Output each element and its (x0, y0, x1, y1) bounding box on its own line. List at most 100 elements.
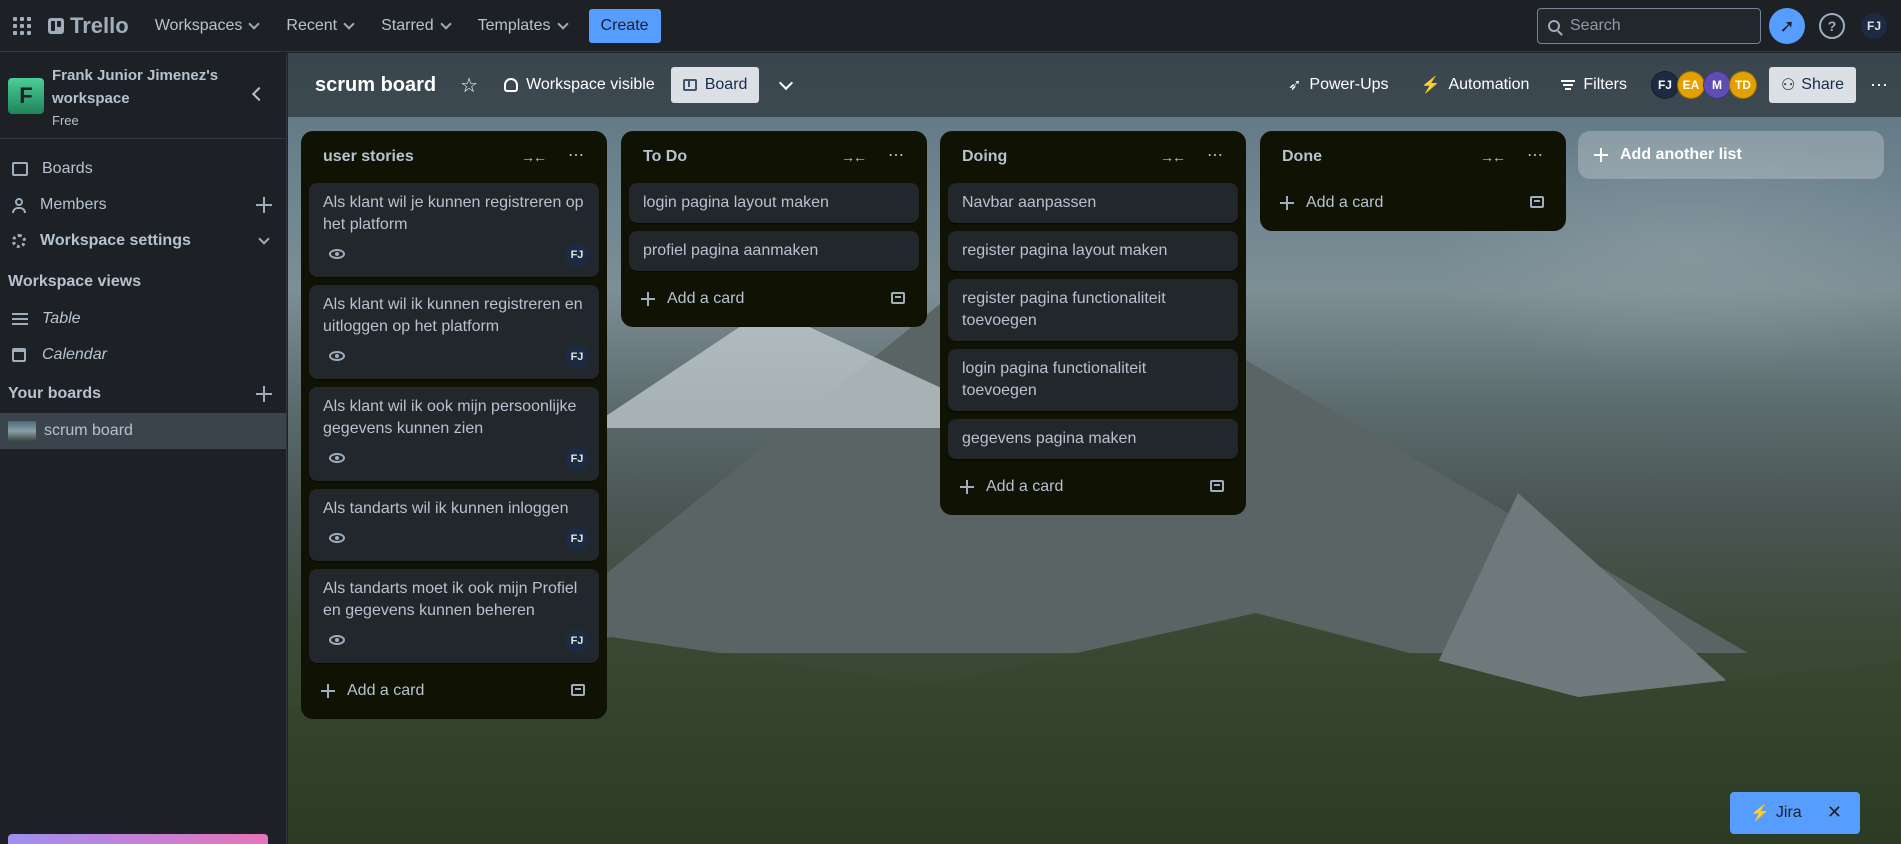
card[interactable]: register pagina functionaliteit toevoege… (948, 279, 1238, 341)
eye-icon[interactable] (329, 533, 345, 543)
board-title[interactable]: scrum board (315, 74, 436, 97)
collapse-list-icon[interactable]: →← (521, 149, 547, 165)
sidebar-item-label: Table (42, 310, 81, 327)
upgrade-banner[interactable] (8, 834, 268, 844)
sidebar-item-boards[interactable]: Boards (0, 151, 286, 187)
visibility-button[interactable]: Workspace visible (492, 69, 667, 101)
list-title[interactable]: Doing (962, 148, 1007, 166)
eye-icon[interactable] (329, 351, 345, 361)
trello-logo[interactable]: Trello (48, 13, 129, 39)
member-avatar[interactable]: TD (1728, 71, 1757, 99)
board-menu-icon[interactable]: ⋯ (1870, 75, 1889, 96)
member-avatar[interactable]: M (1702, 71, 1731, 99)
board-thumbnail (8, 421, 36, 441)
add-card-button[interactable]: Add a card (309, 671, 599, 711)
sidebar-board-label: scrum board (44, 422, 133, 439)
user-avatar[interactable]: FJ (1861, 13, 1887, 39)
card[interactable]: register pagina layout maken (948, 231, 1238, 271)
gear-icon (12, 234, 26, 248)
plus-icon (321, 684, 335, 698)
card[interactable]: login pagina layout maken (629, 183, 919, 223)
eye-icon[interactable] (329, 453, 345, 463)
workspace-name[interactable]: Frank Junior Jimenez's workspace (52, 64, 232, 110)
eye-icon[interactable] (329, 635, 345, 645)
card-member-avatar[interactable]: FJ (565, 447, 589, 471)
member-avatar[interactable]: FJ (1650, 71, 1679, 99)
card-member-avatar[interactable]: FJ (565, 629, 589, 653)
card-member-avatar[interactable]: FJ (565, 243, 589, 267)
card[interactable]: Als klant wil ik ook mijn persoonlijke g… (309, 387, 599, 481)
sidebar-item-members[interactable]: Members (0, 187, 286, 223)
help-icon[interactable]: ? (1819, 13, 1845, 39)
collapse-sidebar-icon[interactable] (251, 86, 267, 102)
add-card-button[interactable]: Add a card (1268, 183, 1558, 223)
list-menu-icon[interactable]: ⋯ (1527, 145, 1544, 165)
sidebar-item-calendar[interactable]: Calendar (0, 337, 286, 373)
list-title[interactable]: user stories (323, 148, 414, 166)
card-template-icon[interactable] (891, 292, 905, 304)
collapse-list-icon[interactable]: →← (841, 149, 867, 165)
card[interactable]: Als tandarts moet ik ook mijn Profiel en… (309, 569, 599, 663)
nav-workspaces[interactable]: Workspaces (143, 10, 271, 42)
workspace-logo[interactable]: F (8, 77, 44, 114)
nav-starred[interactable]: Starred (369, 10, 461, 42)
card[interactable]: profiel pagina aanmaken (629, 231, 919, 271)
chevron-down-icon[interactable] (258, 233, 270, 245)
card-template-icon[interactable] (1210, 480, 1224, 492)
list-menu-icon[interactable]: ⋯ (1207, 145, 1224, 165)
nav-menu: Workspaces Recent Starred Templates (143, 10, 579, 42)
filters-button[interactable]: Filters (1547, 69, 1641, 101)
list-done[interactable]: Done →← ⋯ Add a card (1260, 131, 1566, 231)
add-member-icon[interactable] (256, 197, 272, 213)
collapse-list-icon[interactable]: →← (1480, 149, 1506, 165)
sidebar-item-workspace-settings[interactable]: Workspace settings (0, 223, 286, 259)
card[interactable]: gegevens pagina maken (948, 419, 1238, 459)
list-title[interactable]: To Do (643, 148, 687, 166)
member-avatar[interactable]: EA (1676, 71, 1705, 99)
list-menu-icon[interactable]: ⋯ (888, 145, 905, 165)
add-card-button[interactable]: Add a card (629, 279, 919, 319)
jira-widget[interactable]: ⚡ Jira ✕ (1730, 792, 1860, 834)
add-board-icon[interactable] (256, 386, 272, 402)
card[interactable]: Als tandarts wil ik kunnen inloggen FJ (309, 489, 599, 561)
nav-recent[interactable]: Recent (274, 10, 365, 42)
card[interactable]: Als klant wil ik kunnen registreren en u… (309, 285, 599, 379)
nav-templates[interactable]: Templates (466, 10, 579, 42)
sidebar-board-scrum-board[interactable]: scrum board (0, 413, 286, 449)
star-icon[interactable]: ☆ (460, 73, 478, 98)
boards-icon (12, 162, 28, 176)
add-list-button[interactable]: Add another list (1578, 131, 1884, 179)
eye-icon[interactable] (329, 249, 345, 259)
list-doing[interactable]: Doing →← ⋯ Navbar aanpassen register pagina … (940, 131, 1246, 515)
search-input[interactable]: Search (1537, 8, 1761, 44)
plus-icon (1280, 196, 1294, 210)
board-view-button[interactable]: Board (670, 67, 760, 103)
card[interactable]: Navbar aanpassen (948, 183, 1238, 223)
card-badges (323, 444, 585, 472)
collapse-list-icon[interactable]: →← (1160, 149, 1186, 165)
table-icon (12, 313, 28, 325)
card-template-icon[interactable] (1530, 196, 1544, 208)
card-template-icon[interactable] (571, 684, 585, 696)
card-title: login pagina functionaliteit toevoegen (962, 360, 1147, 399)
list-user-stories[interactable]: user stories →← ⋯ Als klant wil je kunnen r… (301, 131, 607, 719)
view-switcher-button[interactable] (769, 69, 803, 101)
board-icon (682, 79, 697, 91)
list-menu-icon[interactable]: ⋯ (568, 145, 585, 165)
create-button[interactable]: Create (588, 8, 661, 43)
close-icon[interactable]: ✕ (1827, 802, 1842, 823)
add-card-button[interactable]: Add a card (948, 467, 1238, 507)
share-button[interactable]: ⚇ Share (1768, 67, 1856, 103)
lightning-icon: ⚡ (1420, 77, 1441, 94)
card[interactable]: login pagina functionaliteit toevoegen (948, 349, 1238, 411)
card-member-avatar[interactable]: FJ (565, 345, 589, 369)
sidebar-item-table[interactable]: Table (0, 301, 286, 337)
automation-button[interactable]: ⚡ Automation (1407, 69, 1544, 101)
app-switcher-icon[interactable] (12, 16, 32, 36)
list-to-do[interactable]: To Do →← ⋯ login pagina layout maken profiel… (621, 131, 927, 327)
powerups-button[interactable]: ➶ Power-Ups (1274, 69, 1403, 101)
card[interactable]: Als klant wil je kunnen registreren op h… (309, 183, 599, 277)
list-title[interactable]: Done (1282, 148, 1322, 166)
rocket-icon[interactable]: ➚ (1769, 8, 1805, 44)
card-member-avatar[interactable]: FJ (565, 527, 589, 551)
